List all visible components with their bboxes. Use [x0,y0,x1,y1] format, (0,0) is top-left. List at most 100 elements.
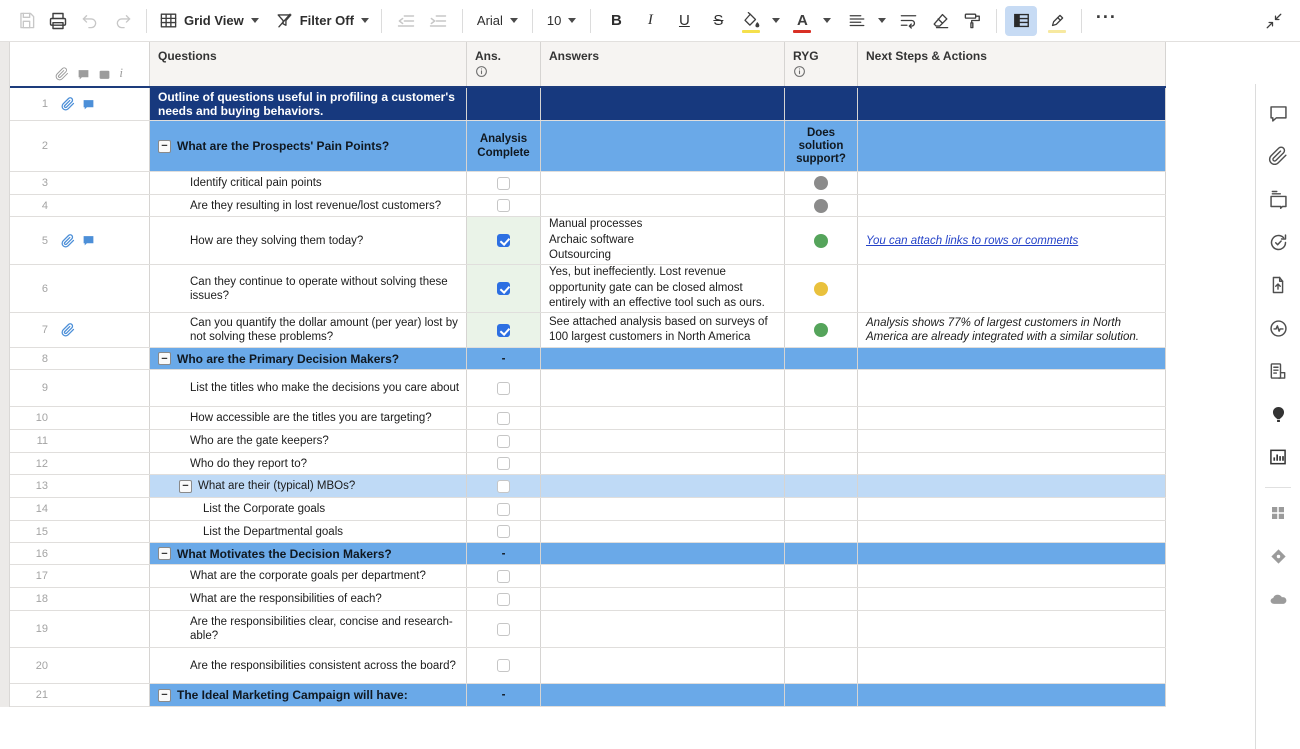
answers-cell[interactable] [541,348,785,369]
ryg-cell[interactable] [785,172,858,194]
answers-cell[interactable] [541,430,785,452]
ryg-gray-dot[interactable] [814,176,828,190]
checkbox[interactable] [497,502,510,516]
question-cell[interactable]: How accessible are the titles you are ta… [150,407,467,429]
align-button[interactable] [841,6,873,36]
row-number[interactable]: 2 [10,140,48,152]
font-family-selector[interactable]: Arial [471,6,524,36]
paperclip-icon[interactable] [61,97,75,111]
row-number-cell[interactable]: 21 [10,684,150,706]
row-number[interactable]: 14 [10,503,48,515]
answers-cell[interactable] [541,195,785,216]
checkbox[interactable] [497,199,510,212]
row-number-cell[interactable]: 19 [10,611,150,647]
checkbox[interactable] [497,176,510,190]
checkbox[interactable] [497,234,510,247]
next-steps-cell[interactable] [858,684,1166,706]
ryg-cell[interactable]: Does solution support? [785,121,858,171]
row-number[interactable]: 17 [10,570,48,582]
ans-cell[interactable] [467,313,541,347]
filter-selector[interactable]: Filter Off [271,6,373,36]
answers-cell[interactable] [541,565,785,587]
ans-cell[interactable] [467,475,541,497]
collapse-toggle[interactable]: − [158,547,171,560]
proof-column-icon[interactable] [98,68,111,81]
ryg-gray-dot[interactable] [814,198,828,213]
ans-cell[interactable] [467,588,541,610]
row-number[interactable]: 13 [10,480,48,492]
row-number-cell[interactable]: 15 [10,521,150,542]
sheet-summary-button[interactable] [1256,352,1300,395]
next-steps-cell[interactable] [858,543,1166,564]
row-number-cell[interactable]: 14 [10,498,150,520]
row-number-cell[interactable]: 7 [10,313,150,347]
salesforce-connector-button[interactable] [1256,580,1300,623]
collapse-toggle[interactable]: − [179,479,192,493]
row-number[interactable]: 20 [10,660,48,672]
next-steps-cell[interactable]: You can attach links to rows or comments [858,217,1166,264]
next-steps-cell[interactable]: Analysis shows 77% of largest customers … [858,313,1166,347]
answers-cell[interactable] [541,370,785,406]
row-number-cell[interactable]: 8 [10,348,150,369]
premium-apps-button[interactable] [1256,537,1300,580]
row-number[interactable]: 4 [10,200,48,212]
ans-cell[interactable] [467,648,541,683]
row-number-cell[interactable]: 5 [10,217,150,264]
next-steps-cell[interactable] [858,588,1166,610]
view-selector[interactable]: Grid View [155,6,263,36]
ryg-cell[interactable] [785,370,858,406]
answers-cell[interactable] [541,88,785,120]
info-italic-icon[interactable]: i [119,65,123,81]
wrap-text-button[interactable] [892,6,924,36]
column-header-questions[interactable]: Questions [150,42,467,86]
ryg-cell[interactable] [785,565,858,587]
answers-cell[interactable] [541,588,785,610]
question-cell[interactable]: Can you quantify the dollar amount (per … [150,313,467,347]
row-number[interactable]: 3 [10,177,48,189]
paperclip-icon[interactable] [61,233,75,248]
ryg-cell[interactable] [785,88,858,120]
next-steps-cell[interactable] [858,453,1166,474]
next-steps-cell[interactable] [858,88,1166,120]
next-steps-cell[interactable] [858,172,1166,194]
comment-icon[interactable] [82,234,95,247]
collapse-toggle[interactable]: − [158,352,171,365]
answers-cell[interactable]: See attached analysis based on surveys o… [541,313,785,347]
column-header-ryg[interactable]: RYG [785,42,858,86]
answers-cell[interactable] [541,521,785,542]
column-header-next-steps[interactable]: Next Steps & Actions [858,42,1166,86]
collapse-toggle[interactable]: − [158,688,171,702]
font-size-selector[interactable]: 10 [541,6,582,36]
answers-cell[interactable] [541,648,785,683]
microsoft-apps-button[interactable] [1256,494,1300,537]
ryg-cell[interactable] [785,611,858,647]
question-cell[interactable]: Who are the gate keepers? [150,430,467,452]
question-cell[interactable]: − Who are the Primary Decision Makers? [150,348,467,369]
row-number[interactable]: 16 [10,548,48,560]
ans-cell[interactable] [467,88,541,120]
next-steps-cell[interactable] [858,407,1166,429]
ans-cell[interactable]: - [467,348,541,369]
next-steps-cell[interactable] [858,348,1166,369]
row-number[interactable]: 19 [10,623,48,635]
row-number[interactable]: 15 [10,526,48,538]
format-painter-button[interactable] [956,6,988,36]
ans-cell[interactable] [467,498,541,520]
ryg-cell[interactable] [785,407,858,429]
next-steps-cell[interactable] [858,521,1166,542]
row-number[interactable]: 21 [10,689,48,701]
checkbox[interactable] [497,622,510,636]
row-number-cell[interactable]: 1 [10,88,150,120]
ans-cell[interactable] [467,430,541,452]
answers-cell[interactable] [541,475,785,497]
answers-cell[interactable] [541,121,785,171]
ryg-cell[interactable] [785,521,858,542]
whats-new-button[interactable] [1256,395,1300,438]
ryg-green-dot[interactable] [814,233,828,248]
checkbox[interactable] [497,381,510,395]
row-number-cell[interactable]: 12 [10,453,150,474]
row-number[interactable]: 11 [10,435,48,447]
checkbox[interactable] [497,525,510,538]
checkbox[interactable] [497,434,510,448]
text-color-button[interactable]: A [786,6,818,36]
